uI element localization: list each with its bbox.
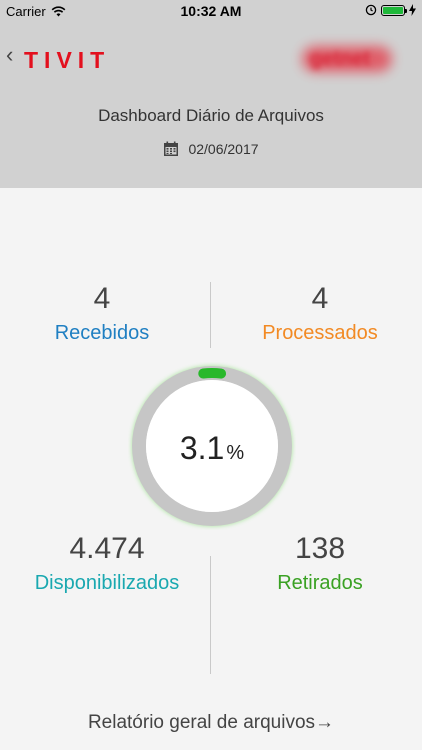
available-label: Disponibilizados xyxy=(34,572,180,594)
charging-icon xyxy=(409,4,416,16)
stat-received: 4 Recebidos xyxy=(12,282,192,345)
battery-icon xyxy=(381,4,407,16)
gauge-value: 3.1% xyxy=(128,430,296,467)
processed-label: Processados xyxy=(262,322,378,344)
divider-top xyxy=(210,282,211,348)
status-right xyxy=(365,4,416,16)
available-value: 4.474 xyxy=(69,532,145,565)
processed-value: 4 xyxy=(311,282,329,315)
tivit-logo: TIVIT xyxy=(24,47,111,73)
gauge-unit: % xyxy=(226,442,245,464)
partner-logo-text: getnet xyxy=(310,48,370,70)
date-selector[interactable]: 02/06/2017 xyxy=(0,141,422,157)
progress-gauge: 3.1% xyxy=(128,362,296,530)
withdrawn-value: 138 xyxy=(294,532,346,565)
status-bar: Carrier 10:32 AM xyxy=(0,0,422,22)
gauge-number: 3.1 xyxy=(179,430,225,466)
alarm-icon xyxy=(365,4,377,16)
stat-withdrawn: 138 Retirados xyxy=(230,532,410,595)
received-value: 4 xyxy=(93,282,111,315)
page-title: Dashboard Diário de Arquivos xyxy=(98,106,324,125)
back-button[interactable]: ‹ xyxy=(6,44,13,66)
calendar-icon xyxy=(164,141,179,156)
general-report-link[interactable]: Relatório geral de arquivos→ xyxy=(0,712,422,734)
status-time: 10:32 AM xyxy=(180,3,242,19)
partner-logo: getnet xyxy=(302,42,392,76)
divider-bottom xyxy=(210,556,211,674)
date-label: 02/06/2017 xyxy=(188,141,259,157)
header: ‹ TIVIT getnet Dashboard Diário de Arqui… xyxy=(0,22,422,188)
withdrawn-label: Retirados xyxy=(277,572,363,594)
gauge-progress-arc xyxy=(198,368,227,379)
received-label: Recebidos xyxy=(54,322,150,344)
stat-processed: 4 Processados xyxy=(230,282,410,345)
stat-available: 4.474 Disponibilizados xyxy=(17,532,197,595)
